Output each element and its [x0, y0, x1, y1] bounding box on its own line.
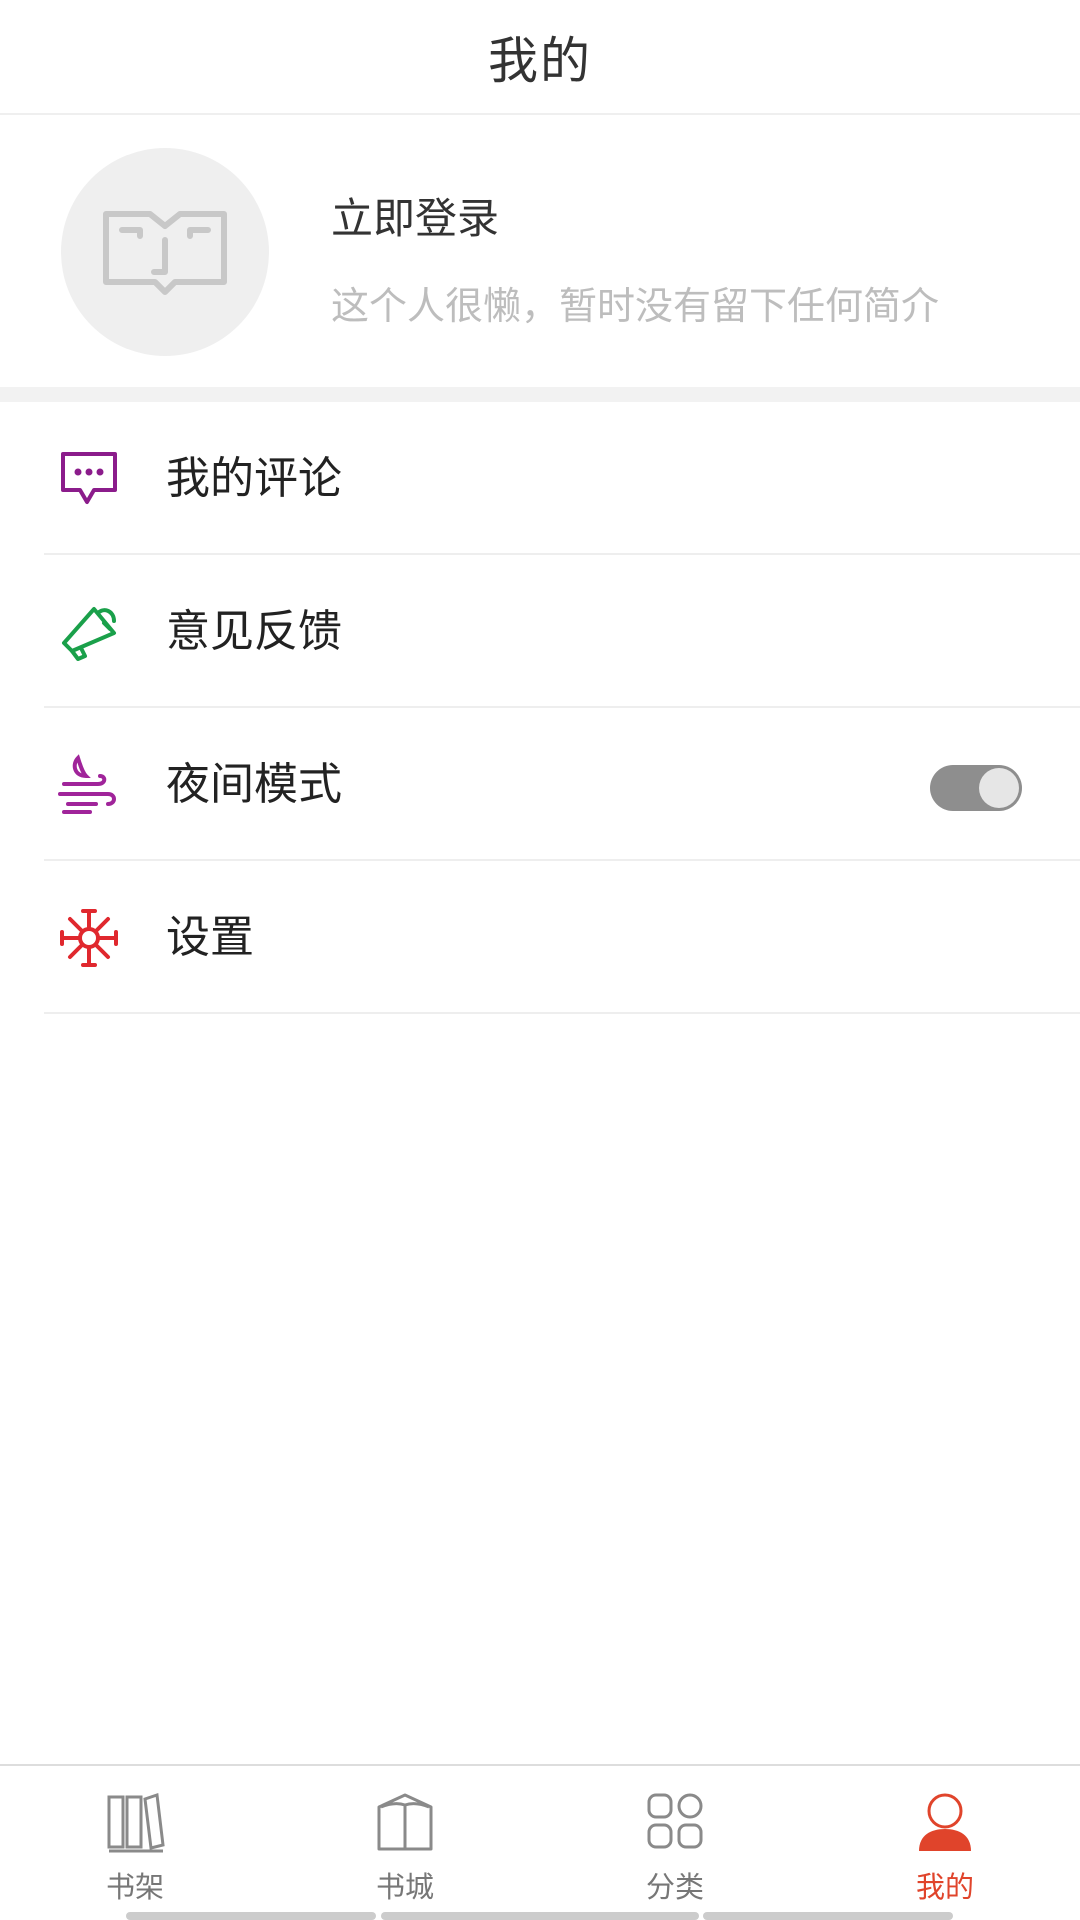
grid-icon	[647, 1793, 703, 1849]
page-title: 我的	[488, 31, 592, 90]
comment-bubble-icon	[61, 452, 117, 504]
night-moon-wind-icon	[58, 754, 116, 814]
top-bar: 我的	[0, 0, 1080, 115]
tab-label: 我的	[915, 1870, 974, 1904]
menu-item-label: 我的评论	[166, 453, 342, 504]
menu-item-label: 意见反馈	[166, 606, 342, 657]
toggle-knob	[979, 768, 1019, 808]
tab-bookstore[interactable]: 书城	[320, 1766, 490, 1920]
tab-label: 书城	[375, 1870, 434, 1904]
bottom-tab-bar: 书架 书城 分类 我的	[0, 1764, 1080, 1920]
profile-bio: 这个人很懒，暂时没有留下任何简介	[331, 284, 940, 328]
login-link[interactable]: 立即登录	[331, 185, 499, 246]
gear-icon	[60, 909, 118, 967]
menu-item-my-comments[interactable]: 我的评论	[44, 402, 1080, 555]
menu-item-label: 夜间模式	[166, 759, 342, 810]
night-mode-toggle[interactable]	[930, 765, 1022, 811]
system-bar-segment	[703, 1912, 953, 1920]
tab-mine[interactable]: 我的	[860, 1766, 1030, 1920]
system-bar-segment	[381, 1912, 699, 1920]
tab-categories[interactable]: 分类	[590, 1766, 760, 1920]
profile-card[interactable]: 立即登录 这个人很懒，暂时没有留下任何简介	[0, 115, 1080, 387]
menu-item-feedback[interactable]: 意见反馈	[44, 555, 1080, 708]
profile-page: 我的 立即登录 这个人很懒，暂时没有留下任何简介 我的评论 意见反馈 夜间模式 …	[0, 0, 1080, 1920]
tab-bookshelf[interactable]: 书架	[50, 1766, 220, 1920]
section-divider	[0, 387, 1080, 402]
open-book-icon	[377, 1793, 433, 1851]
avatar[interactable]	[61, 148, 269, 356]
menu-item-night-mode[interactable]: 夜间模式	[44, 708, 1080, 861]
tab-label: 分类	[645, 1870, 704, 1904]
menu-item-settings[interactable]: 设置	[44, 861, 1080, 1014]
tab-label: 书架	[105, 1870, 164, 1904]
bookshelf-icon	[107, 1792, 165, 1853]
menu-item-label: 设置	[166, 912, 254, 963]
settings-menu: 我的评论 意见反馈 夜间模式 设置	[0, 402, 1080, 1014]
megaphone-icon	[62, 607, 116, 661]
system-bar-segment	[126, 1912, 376, 1920]
book-placeholder-icon	[103, 211, 227, 295]
user-icon	[919, 1793, 971, 1851]
